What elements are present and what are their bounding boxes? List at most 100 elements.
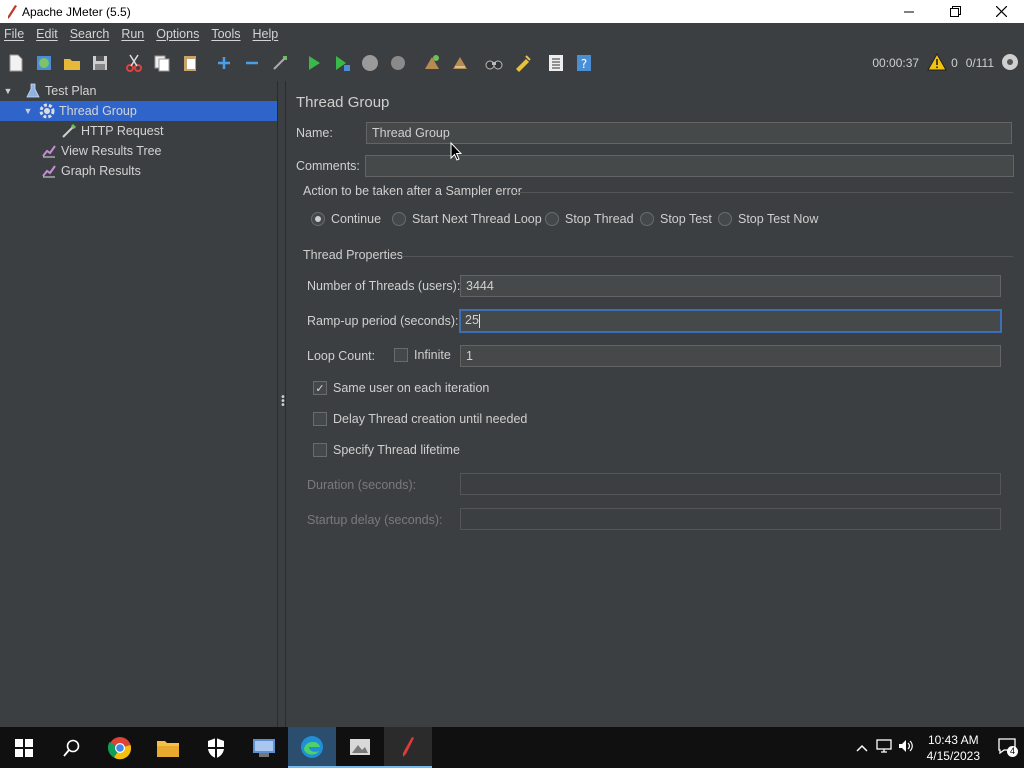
specify-thread-lifetime-checkbox[interactable]: Specify Thread lifetime xyxy=(313,443,460,457)
mouse-cursor-icon xyxy=(450,141,463,165)
checkbox-box[interactable] xyxy=(313,443,327,457)
start-icon[interactable] xyxy=(0,727,48,768)
collapse-icon[interactable] xyxy=(240,51,264,75)
delay-thread-creation-checkbox[interactable]: Delay Thread creation until needed xyxy=(313,412,527,426)
edge-icon[interactable] xyxy=(288,727,336,768)
menu-options[interactable]: Options xyxy=(152,27,207,41)
network-icon[interactable] xyxy=(873,739,895,756)
radio-circle[interactable] xyxy=(311,212,325,226)
checkbox-box[interactable] xyxy=(394,348,408,362)
tree-item-label: Test Plan xyxy=(45,84,97,98)
name-field[interactable]: Thread Group xyxy=(366,122,1012,144)
tree-item-thread-group[interactable]: ▼ Thread Group xyxy=(0,101,277,121)
shutdown-icon[interactable] xyxy=(386,51,410,75)
warning-icon[interactable] xyxy=(927,52,947,74)
start-icon[interactable] xyxy=(302,51,326,75)
menu-edit[interactable]: Edit xyxy=(32,27,66,41)
help-icon[interactable]: ? xyxy=(572,51,596,75)
startup-delay-field xyxy=(460,508,1001,530)
menu-search[interactable]: Search xyxy=(66,27,118,41)
network-app-icon[interactable] xyxy=(240,727,288,768)
thread-properties-group-title: Thread Properties xyxy=(303,248,404,262)
radio-continue[interactable]: Continue xyxy=(311,212,381,226)
security-icon[interactable] xyxy=(192,727,240,768)
function-helper-icon[interactable] xyxy=(544,51,568,75)
menu-run[interactable]: Run xyxy=(117,27,152,41)
tree-item-test-plan[interactable]: ▼ Test Plan xyxy=(0,81,277,101)
search-icon[interactable] xyxy=(482,51,506,75)
window-title: Apache JMeter (5.5) xyxy=(22,4,131,19)
chart-icon xyxy=(40,162,58,180)
rampup-label: Ramp-up period (seconds): xyxy=(307,314,459,328)
new-icon[interactable] xyxy=(4,51,28,75)
pipette-icon xyxy=(60,122,78,140)
menu-file[interactable]: File xyxy=(0,27,32,41)
toolbar-status: 00:00:37 0 0/111 xyxy=(868,45,1020,81)
radio-circle[interactable] xyxy=(545,212,559,226)
radio-stop-test-now[interactable]: Stop Test Now xyxy=(718,212,818,226)
reset-search-icon[interactable] xyxy=(510,51,534,75)
tree-item-label: View Results Tree xyxy=(61,144,162,158)
templates-icon[interactable] xyxy=(32,51,56,75)
clear-all-icon[interactable] xyxy=(448,51,472,75)
open-icon[interactable] xyxy=(60,51,84,75)
jmeter-icon[interactable] xyxy=(384,727,432,768)
tree-item-graph-results[interactable]: Graph Results xyxy=(0,161,277,181)
comments-label: Comments: xyxy=(296,159,360,173)
test-plan-tree: ▼ Test Plan ▼ Thread Group HTTP Request … xyxy=(0,81,277,727)
checkbox-box[interactable] xyxy=(313,412,327,426)
menu-help[interactable]: Help xyxy=(249,27,287,41)
elapsed-timer: 00:00:37 xyxy=(872,56,920,70)
infinite-checkbox[interactable]: Infinite xyxy=(394,348,451,362)
chevron-up-icon[interactable] xyxy=(851,740,873,755)
taskbar: 10:43 AM 4/15/2023 4 xyxy=(0,727,1024,768)
minimize-button[interactable] xyxy=(886,0,932,23)
clock-time: 10:43 AM xyxy=(927,732,979,747)
paste-icon[interactable] xyxy=(178,51,202,75)
chrome-icon[interactable] xyxy=(96,727,144,768)
thread-count: 0/111 xyxy=(965,56,994,70)
tree-item-view-results-tree[interactable]: View Results Tree xyxy=(0,141,277,161)
copy-icon[interactable] xyxy=(150,51,174,75)
radio-stop-thread[interactable]: Stop Thread xyxy=(545,212,634,226)
search-icon[interactable] xyxy=(48,727,96,768)
cut-icon[interactable] xyxy=(122,51,146,75)
tree-item-http-request[interactable]: HTTP Request xyxy=(0,121,277,141)
page-title: Thread Group xyxy=(296,94,390,111)
panel-splitter[interactable]: • • • xyxy=(277,81,286,727)
restore-button[interactable] xyxy=(932,0,978,23)
duration-label: Duration (seconds): xyxy=(307,478,417,492)
file-explorer-icon[interactable] xyxy=(144,727,192,768)
expand-arrow-icon[interactable]: ▼ xyxy=(22,106,34,116)
remote-status-icon xyxy=(1000,52,1020,75)
same-user-checkbox[interactable]: ✓ Same user on each iteration xyxy=(313,381,489,395)
checkmark-icon[interactable]: ✓ xyxy=(313,381,327,395)
radio-start-next-thread-loop[interactable]: Start Next Thread Loop xyxy=(392,212,542,226)
expand-arrow-icon[interactable]: ▼ xyxy=(2,86,14,96)
toggle-icon[interactable] xyxy=(268,51,292,75)
taskbar-clock[interactable]: 10:43 AM 4/15/2023 xyxy=(927,732,980,764)
radio-circle[interactable] xyxy=(718,212,732,226)
radio-circle[interactable] xyxy=(640,212,654,226)
expand-icon[interactable] xyxy=(212,51,236,75)
photos-icon[interactable] xyxy=(336,727,384,768)
start-no-pause-icon[interactable] xyxy=(330,51,354,75)
duration-field xyxy=(460,473,1001,495)
threads-field[interactable]: 3444 xyxy=(460,275,1001,297)
menu-tools[interactable]: Tools xyxy=(207,27,248,41)
close-button[interactable] xyxy=(978,0,1024,23)
test-plan-icon xyxy=(24,82,42,100)
volume-icon[interactable] xyxy=(895,739,917,756)
loop-count-field[interactable]: 1 xyxy=(460,345,1001,367)
rampup-field[interactable]: 25 xyxy=(459,309,1002,333)
comments-field[interactable] xyxy=(365,155,1014,177)
system-tray: 10:43 AM 4/15/2023 4 xyxy=(851,727,1024,768)
radio-stop-test[interactable]: Stop Test xyxy=(640,212,712,226)
save-icon[interactable] xyxy=(88,51,112,75)
menu-bar: File Edit Search Run Options Tools Help xyxy=(0,23,1024,45)
gear-icon xyxy=(38,102,56,120)
radio-circle[interactable] xyxy=(392,212,406,226)
stop-icon[interactable] xyxy=(358,51,382,75)
clear-icon[interactable] xyxy=(420,51,444,75)
notifications-icon[interactable]: 4 xyxy=(990,738,1024,757)
